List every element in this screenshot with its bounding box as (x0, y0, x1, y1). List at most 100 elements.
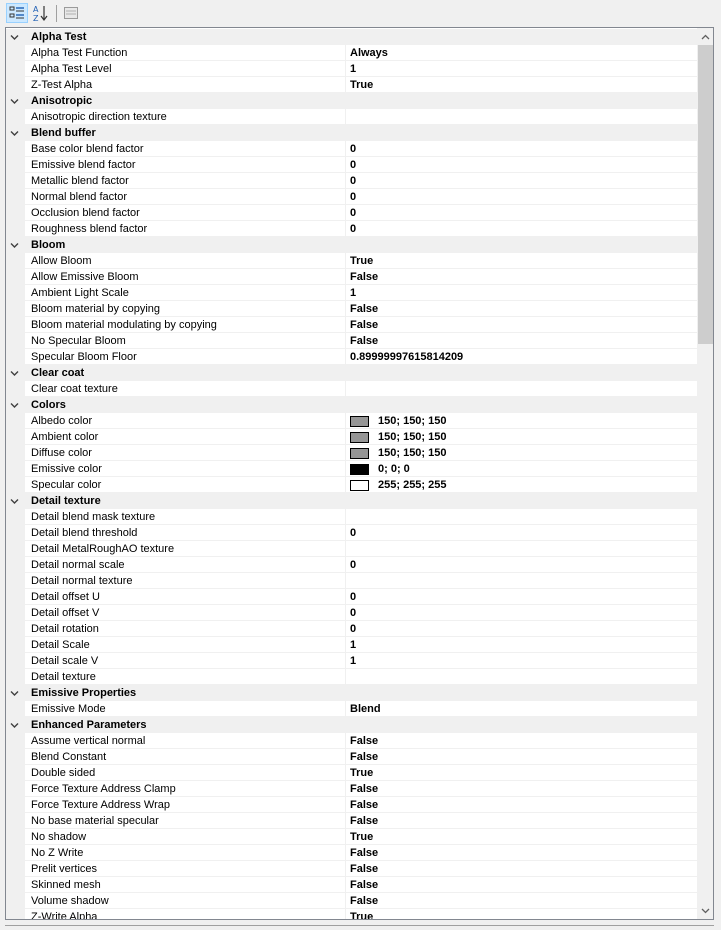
property-value[interactable]: 0 (350, 158, 356, 172)
property-row-ambient-color[interactable]: Ambient color 150; 150; 150 (6, 429, 697, 445)
column-divider[interactable] (345, 845, 346, 861)
column-divider[interactable] (345, 317, 346, 333)
property-row-occlusion-blend-factor[interactable]: Occlusion blend factor 0 (6, 205, 697, 221)
column-divider[interactable] (345, 701, 346, 717)
property-value[interactable]: 0 (350, 174, 356, 188)
property-row-emissive-blend-factor[interactable]: Emissive blend factor 0 (6, 157, 697, 173)
property-value[interactable]: True (350, 766, 373, 780)
property-value[interactable]: Blend (350, 702, 381, 716)
property-row-detail-offset-u[interactable]: Detail offset U 0 (6, 589, 697, 605)
property-row-prelit-vertices[interactable]: Prelit vertices False (6, 861, 697, 877)
property-row-force-texture-address-wrap[interactable]: Force Texture Address Wrap False (6, 797, 697, 813)
column-divider[interactable] (345, 573, 346, 589)
property-value[interactable]: False (350, 334, 378, 348)
column-divider[interactable] (345, 861, 346, 877)
property-row-detail-normal-scale[interactable]: Detail normal scale 0 (6, 557, 697, 573)
property-value[interactable]: 0 (350, 606, 356, 620)
property-row-no-base-material-specular[interactable]: No base material specular False (6, 813, 697, 829)
property-value[interactable]: 1 (350, 62, 356, 76)
property-row-detail-normal-texture[interactable]: Detail normal texture (6, 573, 697, 589)
property-value[interactable]: 0 (350, 190, 356, 204)
property-row-roughness-blend-factor[interactable]: Roughness blend factor 0 (6, 221, 697, 237)
column-divider[interactable] (345, 461, 346, 477)
property-row-allow-emissive-bloom[interactable]: Allow Emissive Bloom False (6, 269, 697, 285)
category-detail-texture[interactable]: Detail texture (6, 493, 697, 509)
property-value[interactable]: 0 (350, 590, 356, 604)
property-value[interactable]: False (350, 814, 378, 828)
category-emissive-properties[interactable]: Emissive Properties (6, 685, 697, 701)
collapse-chevron-icon[interactable] (10, 97, 19, 106)
column-divider[interactable] (345, 269, 346, 285)
property-value[interactable]: 0 (350, 142, 356, 156)
category-clear-coat[interactable]: Clear coat (6, 365, 697, 381)
scroll-up-button[interactable] (697, 28, 713, 45)
property-value[interactable]: True (350, 254, 373, 268)
column-divider[interactable] (345, 429, 346, 445)
column-divider[interactable] (345, 381, 346, 397)
property-value[interactable]: 1 (350, 654, 356, 668)
property-value[interactable]: 150; 150; 150 (350, 430, 447, 444)
column-divider[interactable] (345, 61, 346, 77)
property-row-no-shadow[interactable]: No shadow True (6, 829, 697, 845)
property-value[interactable]: 0; 0; 0 (350, 462, 410, 476)
property-value[interactable]: False (350, 270, 378, 284)
property-value[interactable]: False (350, 862, 378, 876)
column-divider[interactable] (345, 829, 346, 845)
property-value[interactable]: 0 (350, 526, 356, 540)
column-divider[interactable] (345, 813, 346, 829)
column-divider[interactable] (345, 893, 346, 909)
column-divider[interactable] (345, 349, 346, 365)
property-value[interactable]: 150; 150; 150 (350, 414, 447, 428)
property-row-bloom-material-by-copying[interactable]: Bloom material by copying False (6, 301, 697, 317)
column-divider[interactable] (345, 557, 346, 573)
collapse-chevron-icon[interactable] (10, 369, 19, 378)
property-row-detail-texture[interactable]: Detail texture (6, 669, 697, 685)
property-value[interactable]: False (350, 782, 378, 796)
column-divider[interactable] (345, 253, 346, 269)
column-divider[interactable] (345, 221, 346, 237)
collapse-chevron-icon[interactable] (10, 497, 19, 506)
property-value[interactable]: True (350, 78, 373, 92)
property-row-detail-rotation[interactable]: Detail rotation 0 (6, 621, 697, 637)
column-divider[interactable] (345, 173, 346, 189)
property-row-z-test-alpha[interactable]: Z-Test Alpha True (6, 77, 697, 93)
property-row-skinned-mesh[interactable]: Skinned mesh False (6, 877, 697, 893)
column-divider[interactable] (345, 189, 346, 205)
scroll-down-button[interactable] (697, 902, 713, 919)
column-divider[interactable] (345, 637, 346, 653)
column-divider[interactable] (345, 413, 346, 429)
category-blend-buffer[interactable]: Blend buffer (6, 125, 697, 141)
property-value[interactable]: False (350, 846, 378, 860)
property-row-albedo-color[interactable]: Albedo color 150; 150; 150 (6, 413, 697, 429)
category-anisotropic[interactable]: Anisotropic (6, 93, 697, 109)
alphabetical-sort-button[interactable]: A Z (30, 3, 52, 23)
column-divider[interactable] (345, 157, 346, 173)
column-divider[interactable] (345, 205, 346, 221)
property-value[interactable]: 1 (350, 638, 356, 652)
vertical-scrollbar[interactable] (697, 28, 713, 919)
property-value[interactable]: False (350, 318, 378, 332)
column-divider[interactable] (345, 653, 346, 669)
property-row-no-z-write[interactable]: No Z Write False (6, 845, 697, 861)
column-divider[interactable] (345, 541, 346, 557)
property-row-detail-scale-v[interactable]: Detail scale V 1 (6, 653, 697, 669)
property-row-assume-vertical-normal[interactable]: Assume vertical normal False (6, 733, 697, 749)
property-value[interactable]: False (350, 750, 378, 764)
collapse-chevron-icon[interactable] (10, 721, 19, 730)
column-divider[interactable] (345, 749, 346, 765)
column-divider[interactable] (345, 733, 346, 749)
column-divider[interactable] (345, 509, 346, 525)
property-row-alpha-test-level[interactable]: Alpha Test Level 1 (6, 61, 697, 77)
property-value[interactable]: False (350, 734, 378, 748)
property-row-normal-blend-factor[interactable]: Normal blend factor 0 (6, 189, 697, 205)
column-divider[interactable] (345, 781, 346, 797)
column-divider[interactable] (345, 285, 346, 301)
column-divider[interactable] (345, 589, 346, 605)
property-value[interactable]: 0 (350, 622, 356, 636)
property-value[interactable]: 0 (350, 558, 356, 572)
property-row-emissive-mode[interactable]: Emissive Mode Blend (6, 701, 697, 717)
column-divider[interactable] (345, 877, 346, 893)
property-row-detail-metalroughao-texture[interactable]: Detail MetalRoughAO texture (6, 541, 697, 557)
property-row-z-write-alpha[interactable]: Z-Write Alpha True (6, 909, 697, 919)
column-divider[interactable] (345, 301, 346, 317)
